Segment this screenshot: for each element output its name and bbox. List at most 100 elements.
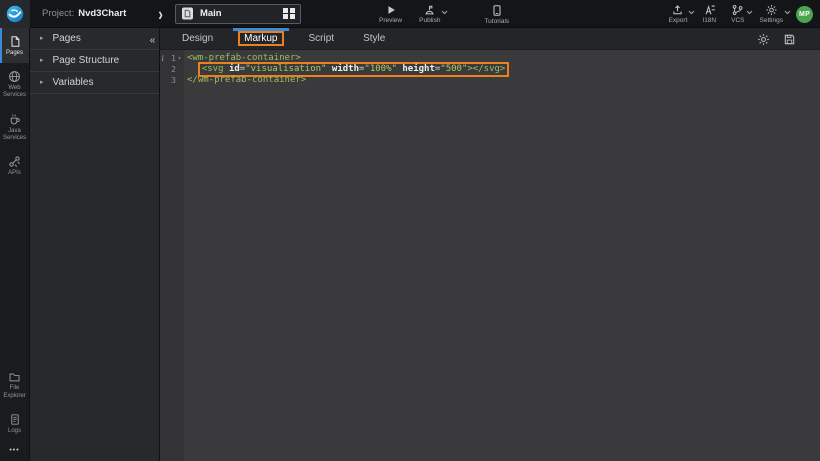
java-services-cup-icon [8,113,21,126]
panel-section-label: Pages [53,33,81,44]
vcs-button[interactable]: VCS [729,4,746,24]
panel-section-variables[interactable]: ▸ Variables [30,72,159,94]
line-number: 2 [167,66,176,74]
rail-item-file-explorer[interactable]: File Explorer [0,364,29,405]
settings-label: Settings [760,17,784,24]
token-tag: ></svg> [467,64,505,74]
token-tag: </wm-prefab-container> [187,75,306,85]
settings-gear-icon [765,4,778,16]
i18n-button[interactable]: I18N [700,4,718,24]
grid-icon[interactable] [283,8,295,20]
caret-down-icon [784,10,791,15]
rail-label: File Explorer [1,385,28,399]
publish-button[interactable]: Publish [417,4,442,24]
tab-script[interactable]: Script [302,28,342,49]
rail-label: Web Services [1,85,28,99]
rail-label: Pages [6,50,23,57]
gutter-cell: 2 [160,66,184,74]
line-number: 1 [167,55,176,63]
project-name: Nvd3Chart [78,8,126,19]
panel-section-pages[interactable]: ▸ Pages [30,28,159,50]
i18n-label: I18N [702,17,716,24]
file-explorer-folder-icon [8,371,21,383]
wavemaker-logo-icon [6,5,24,23]
token-attr: height [402,64,435,74]
rail-item-logs[interactable]: Logs [0,406,29,441]
token-attr: width [332,64,359,74]
line-number: 3 [167,77,176,85]
breadcrumb-chevron-icon: › [158,4,163,22]
logs-icon [9,413,21,426]
export-label: Export [669,17,688,24]
panel-collapse-button[interactable]: « [147,33,158,48]
export-button[interactable]: Export [667,4,690,24]
workspace: Design Markup Script Style i1▾<wm-prefab-co… [160,28,820,461]
fold-caret-icon[interactable]: ▾ [176,56,183,62]
vcs-label: VCS [731,17,744,24]
export-icon [671,4,684,16]
topbar: Project: Nvd3Chart › Main Preview [0,0,820,28]
project-info: Project: Nvd3Chart [42,8,126,19]
publish-label: Publish [419,17,440,24]
wavemaker-logo[interactable] [0,0,30,28]
tab-label: Design [178,32,217,45]
tutorials-icon [491,4,503,17]
tab-markup[interactable]: Markup [235,28,286,49]
rail-item-web-services[interactable]: Web Services [0,63,29,105]
tutorials-button[interactable]: Tutorials [482,4,511,25]
tabbar-actions [757,28,796,50]
token-str: "500" [440,64,467,74]
code-indent [187,64,198,74]
save-icon[interactable] [783,33,796,46]
left-rail: Pages Web Services Java Services [0,28,30,461]
i18n-translate-icon [703,4,716,16]
preview-label: Preview [379,17,402,24]
rail-item-java-services[interactable]: Java Services [0,106,29,148]
tab-label: Script [305,32,339,45]
preview-button[interactable]: Preview [377,4,404,24]
caret-down-icon [441,10,448,15]
rail-label: APIs [8,170,21,177]
tab-label: Style [359,32,389,45]
code-text: <svg id="visualisation" width="100%" hei… [184,64,509,75]
vcs-branch-icon [731,4,744,16]
panel-section-label: Page Structure [53,55,120,66]
page-tab-main[interactable]: Main [175,4,301,24]
rail-label: Logs [8,428,21,435]
tab-style[interactable]: Style [356,28,392,49]
rail-item-pages[interactable]: Pages [0,28,29,63]
wavemaker-studio: Project: Nvd3Chart › Main Preview [0,0,820,461]
tab-label: Markup [238,31,283,46]
caret-down-icon [688,10,695,15]
gutter-cell: i1▾ [160,55,184,63]
settings-button[interactable]: Settings [758,4,786,24]
code-line-2[interactable]: 2 <svg id="visualisation" width="100%" h… [160,64,820,75]
rail-label: Java Services [1,128,28,142]
publish-icon [423,4,436,16]
gutter-cell: 3 [160,77,184,85]
caret-down-icon [746,10,753,15]
topbar-center-actions: Preview Publish Tutorials [377,0,511,28]
workspace-tabs: Design Markup Script Style [160,28,820,50]
page-tab-label: Main [200,8,222,19]
page-settings-gear-icon[interactable] [757,33,770,46]
markup-code-editor[interactable]: i1▾<wm-prefab-container>2 <svg id="visua… [160,50,820,461]
tutorials-label: Tutorials [484,18,509,25]
left-panel: ▸ Pages ▸ Page Structure ▸ Variables « [30,28,160,461]
token-str: "100%" [364,64,397,74]
user-avatar[interactable]: MP [796,6,813,23]
code-lines: i1▾<wm-prefab-container>2 <svg id="visua… [160,53,820,86]
project-label: Project: [42,8,74,19]
tab-design[interactable]: Design [175,28,220,49]
rail-item-apis[interactable]: APIs [0,148,29,183]
panel-section-label: Variables [53,77,94,88]
topbar-right-actions: Export I18N VCS [667,0,813,28]
play-icon [385,4,397,16]
more-options-ellipsis-icon[interactable]: ••• [0,441,29,461]
token-tag: <svg [202,64,229,74]
token-str: "visualisation" [245,64,326,74]
collapsed-triangle-icon: ▸ [40,35,44,42]
code-text: </wm-prefab-container> [184,75,306,86]
panel-section-page-structure[interactable]: ▸ Page Structure [30,50,159,72]
info-marker-icon: i [161,55,164,63]
